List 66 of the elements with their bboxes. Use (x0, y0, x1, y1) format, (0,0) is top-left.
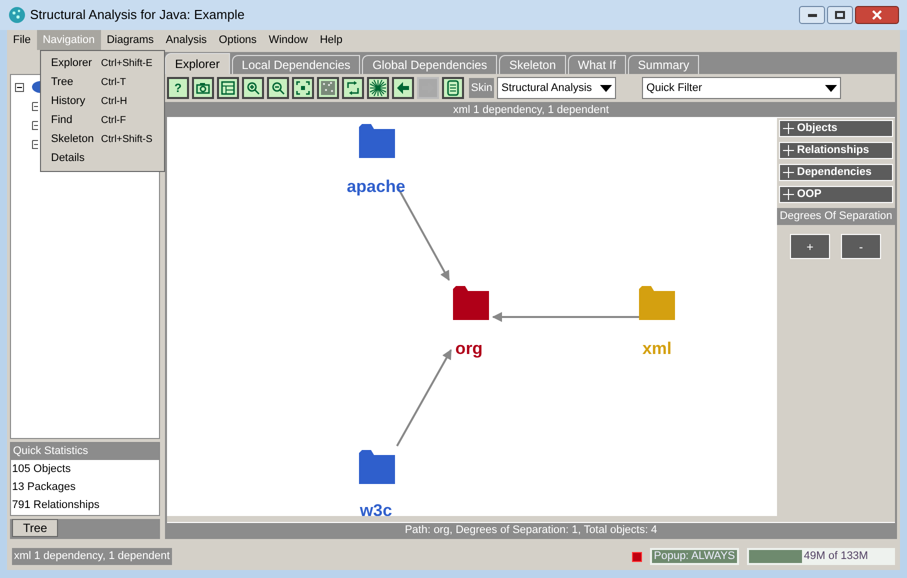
app-globe-icon (8, 6, 26, 24)
degrees-title: Degrees Of Separation (777, 208, 895, 225)
close-icon (872, 10, 882, 20)
collapse-icon[interactable] (32, 121, 38, 130)
plus-icon (783, 167, 794, 178)
statistic-text: 791 Relationships (11, 498, 100, 513)
menu-entry[interactable]: Skeleton Ctrl+Shift-S (41, 130, 164, 149)
section-header[interactable]: Relationships (779, 142, 893, 159)
popup-label: Popup: ALWAYS (650, 548, 739, 565)
menu-item[interactable]: Help (314, 30, 348, 50)
folder-icon[interactable] (359, 450, 395, 484)
status-indicator-icon (632, 552, 642, 562)
menu-item[interactable]: File (7, 30, 37, 50)
degree-button[interactable]: + (790, 234, 830, 259)
quick-statistics-title: Quick Statistics (11, 443, 159, 460)
status-message: xml 1 dependency, 1 dependent (12, 548, 172, 565)
degree-button[interactable]: - (841, 234, 881, 259)
menu-entry[interactable]: Explorer Ctrl+Shift-E (41, 54, 164, 73)
menu-entry[interactable]: Tree Ctrl-T (41, 73, 164, 92)
zoom-out-icon[interactable] (267, 77, 289, 99)
dots-icon[interactable] (317, 77, 339, 99)
maximize-button[interactable] (827, 6, 853, 24)
path-bar: Path: org, Degrees of Separation: 1, Total objects: 4 (167, 522, 895, 537)
plus-icon (783, 123, 794, 134)
section-header[interactable]: Dependencies (779, 164, 893, 181)
table-icon[interactable] (217, 77, 239, 99)
section-header[interactable]: OOP (779, 186, 893, 203)
menu-entry[interactable]: Details (41, 149, 164, 168)
zoom-in-icon[interactable] (242, 77, 264, 99)
node-label[interactable]: apache (346, 174, 406, 200)
close-button[interactable] (855, 6, 899, 24)
collapse-icon[interactable] (32, 140, 38, 149)
plus-icon (783, 189, 794, 200)
skin-dropdown[interactable]: Structural Analysis (497, 77, 616, 99)
menu-item[interactable]: Analysis (160, 30, 213, 50)
memory-meter: 49M of 133M (747, 548, 895, 565)
node-label[interactable]: org (455, 336, 483, 362)
collapse-icon[interactable] (32, 102, 38, 111)
skin-label: Skin (469, 78, 494, 98)
collapse-icon[interactable] (15, 83, 24, 92)
quick-filter-dropdown[interactable]: Quick Filter (642, 77, 842, 99)
folder-icon[interactable] (453, 286, 489, 320)
folder-icon[interactable] (359, 124, 395, 158)
menu-entry[interactable]: History Ctrl-H (41, 92, 164, 111)
caret-icon (600, 84, 612, 92)
caret-icon (825, 84, 838, 92)
menu-item[interactable]: Window (262, 30, 314, 50)
tree-tab[interactable]: Tree (12, 519, 58, 537)
plus-icon (783, 145, 794, 156)
section-header[interactable]: Objects (779, 120, 893, 137)
window-title: Structural Analysis for Java: Example (30, 6, 245, 24)
node-label[interactable]: w3c (360, 498, 392, 516)
statistic-text: 13 Packages (11, 480, 77, 495)
tab[interactable]: Explorer (165, 53, 230, 74)
help-button[interactable]: ? (167, 77, 189, 99)
fit-icon[interactable] (292, 77, 314, 99)
menu-item[interactable]: Diagrams (100, 30, 160, 50)
starburst-icon[interactable] (367, 77, 389, 99)
camera-icon[interactable] (192, 77, 214, 99)
document-icon[interactable] (442, 77, 464, 99)
header-bar: xml 1 dependency, 1 dependent (167, 104, 895, 118)
menu-item[interactable]: Options (212, 30, 263, 50)
statistic-text: 105 Objects (11, 462, 72, 477)
minimize-button[interactable] (799, 6, 825, 24)
refresh-icon[interactable] (342, 77, 364, 99)
menu-entry[interactable]: Find Ctrl-F (41, 111, 164, 130)
